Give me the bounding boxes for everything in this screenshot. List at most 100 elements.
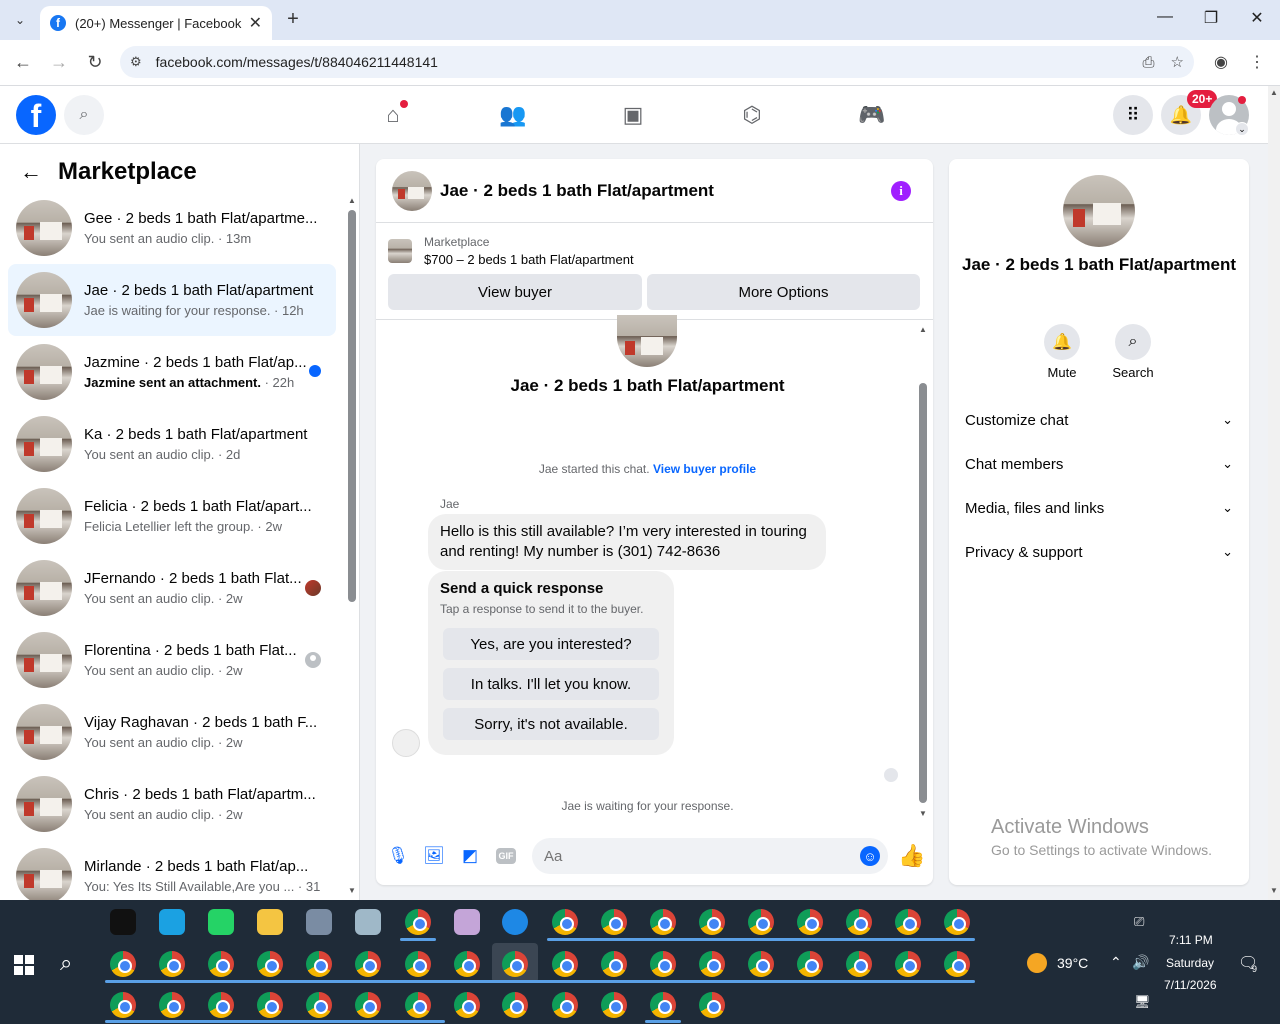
chat-header-title[interactable]: Jae · 2 beds 1 bath Flat/apartment [440, 181, 714, 201]
chrome-icon[interactable] [405, 909, 431, 935]
tab-close-icon[interactable]: ✕ [249, 13, 262, 33]
chrome-profile-icon[interactable] [748, 909, 774, 935]
conversation-item[interactable]: Ka · 2 beds 1 bath Flat/apartment You sen… [8, 408, 336, 480]
chrome-profile-icon[interactable] [601, 992, 627, 1018]
install-app-icon[interactable]: ⎙ [1143, 54, 1155, 71]
chrome-profile-icon[interactable] [650, 992, 676, 1018]
listing-summary[interactable]: Marketplace $700 – 2 beds 1 bath Flat/ap… [388, 235, 634, 267]
info-icon[interactable]: i [891, 181, 911, 201]
mute-button[interactable]: 🔔 Mute [1032, 324, 1092, 380]
bookmark-star-icon[interactable]: ☆ [1171, 53, 1184, 71]
conversation-item-active[interactable]: Jae · 2 beds 1 bath Flat/apartment Jae is… [8, 264, 336, 336]
conversation-item[interactable]: Gee · 2 beds 1 bath Flat/apartme... You s… [8, 192, 336, 264]
chat-members-row[interactable]: Chat members ⌄ [965, 446, 1233, 482]
menu-grid-icon[interactable]: ⠿ [1113, 95, 1153, 135]
browser-tab[interactable]: f (20+) Messenger | Facebook ✕ [40, 6, 272, 40]
scrollbar-thumb[interactable] [348, 210, 356, 602]
chrome-profile-icon[interactable] [110, 992, 136, 1018]
microphone-icon[interactable]: 🎙 [387, 845, 409, 867]
volume-icon[interactable]: 🔊 [1132, 954, 1149, 971]
chrome-profile-icon[interactable] [895, 951, 921, 977]
minimize-icon[interactable]: — [1153, 8, 1177, 26]
search-button[interactable]: ⌕ Search [1103, 324, 1163, 380]
conversation-item[interactable]: Mirlande · 2 beds 1 bath Flat/ap... You: … [8, 840, 336, 900]
gif-icon[interactable]: GIF [495, 845, 517, 867]
chrome-profile-icon[interactable] [699, 992, 725, 1018]
device-icon[interactable]: ⎚ [1134, 914, 1144, 930]
url-text[interactable]: facebook.com/messages/t/884046211448141 [156, 54, 1127, 70]
marketplace-icon[interactable]: ⌬ [735, 98, 769, 132]
chrome-profile-icon[interactable] [454, 992, 480, 1018]
view-buyer-button[interactable]: View buyer [388, 274, 642, 310]
chrome-profile-icon[interactable] [454, 951, 480, 977]
back-arrow-icon[interactable]: ← [20, 159, 42, 185]
chrome-profile-icon[interactable] [355, 951, 381, 977]
quick-response-yes-button[interactable]: Yes, are you interested? [443, 628, 659, 660]
chrome-profile-icon[interactable] [257, 951, 283, 977]
search-icon[interactable]: ⌕ [64, 95, 104, 135]
chrome-profile-icon[interactable] [159, 951, 185, 977]
notes-icon[interactable] [355, 909, 381, 935]
chrome-profile-icon[interactable] [944, 909, 970, 935]
conversation-item[interactable]: Florentina · 2 beds 1 bath Flat... You se… [8, 624, 336, 696]
chrome-profile-icon[interactable] [306, 992, 332, 1018]
network-icon[interactable]: 🖥 [1134, 994, 1151, 1010]
page-scrollbar[interactable]: ▲ ▼ [1268, 86, 1280, 900]
back-icon[interactable]: ← [12, 52, 34, 73]
chrome-profile-icon[interactable] [846, 909, 872, 935]
restore-icon[interactable]: ❐ [1199, 8, 1223, 28]
chrome-profile-icon[interactable] [502, 992, 528, 1018]
weather-sun-icon[interactable] [1027, 953, 1047, 973]
gaming-icon[interactable]: 🎮 [855, 98, 889, 132]
url-omnibox[interactable]: ⚙ facebook.com/messages/t/88404621144814… [120, 46, 1194, 78]
conversation-item[interactable]: Vijay Raghavan · 2 beds 1 bath F... You s… [8, 696, 336, 768]
forward-icon[interactable]: → [48, 52, 70, 73]
conversation-item[interactable]: JFernando · 2 beds 1 bath Flat... You sen… [8, 552, 336, 624]
clock-date[interactable]: 7/11/2026 [1164, 978, 1217, 992]
more-options-button[interactable]: More Options [647, 274, 920, 310]
chrome-profile-icon[interactable] [699, 909, 725, 935]
emoji-icon[interactable]: ☺ [860, 846, 880, 866]
chrome-profile-icon[interactable] [699, 951, 725, 977]
windows-start-icon[interactable] [14, 955, 34, 975]
account-chevron-icon[interactable]: ⌄ [1235, 122, 1249, 136]
tab-search-chevron-icon[interactable]: ⌄ [8, 8, 32, 32]
taskbar-search-icon[interactable]: ⌕ [60, 950, 72, 976]
message-bubble[interactable]: Hello is this still available? I’m very … [428, 514, 826, 570]
message-input[interactable] [532, 838, 888, 874]
facebook-logo[interactable]: f [16, 95, 56, 135]
quick-response-talks-button[interactable]: In talks. I'll let you know. [443, 668, 659, 700]
edge-icon[interactable] [502, 909, 528, 935]
chrome-profile-icon[interactable] [257, 992, 283, 1018]
app-icon[interactable] [306, 909, 332, 935]
site-info-icon[interactable]: ⚙ [130, 54, 142, 70]
scroll-down-icon[interactable]: ▼ [348, 886, 356, 895]
scroll-up-icon[interactable]: ▲ [919, 325, 927, 334]
chrome-profile-icon[interactable] [748, 951, 774, 977]
chrome-profile-icon[interactable] [944, 951, 970, 977]
chrome-profile-icon[interactable] [405, 992, 431, 1018]
chrome-profile-icon[interactable] [306, 951, 332, 977]
chrome-profile-icon[interactable] [895, 909, 921, 935]
chrome-profile-icon[interactable] [552, 909, 578, 935]
scroll-up-icon[interactable]: ▲ [348, 196, 356, 205]
chat-header-thumbnail[interactable] [392, 170, 432, 211]
file-explorer-icon[interactable] [257, 909, 283, 935]
privacy-support-row[interactable]: Privacy & support ⌄ [965, 534, 1233, 570]
tray-overflow-chevron-icon[interactable]: ⌃ [1110, 954, 1122, 971]
window-close-icon[interactable]: ✕ [1245, 8, 1269, 28]
chrome-profile-icon[interactable] [208, 951, 234, 977]
sticker-icon[interactable]: ◩ [459, 845, 481, 867]
chrome-profile-icon[interactable] [405, 951, 431, 977]
quick-response-unavailable-button[interactable]: Sorry, it's not available. [443, 708, 659, 740]
chrome-profile-icon[interactable] [846, 951, 872, 977]
edge-beta-icon[interactable] [159, 909, 185, 935]
chrome-profile-icon[interactable] [552, 951, 578, 977]
chrome-profile-icon[interactable] [355, 992, 381, 1018]
friends-icon[interactable]: 👥 [496, 98, 530, 132]
chrome-profile-icon[interactable] [110, 951, 136, 977]
conversation-item[interactable]: Jazmine · 2 beds 1 bath Flat/ap... Jazmin… [8, 336, 336, 408]
chrome-profile-icon[interactable] [159, 992, 185, 1018]
whatsapp-icon[interactable] [208, 909, 234, 935]
chrome-profile-icon[interactable] [208, 992, 234, 1018]
